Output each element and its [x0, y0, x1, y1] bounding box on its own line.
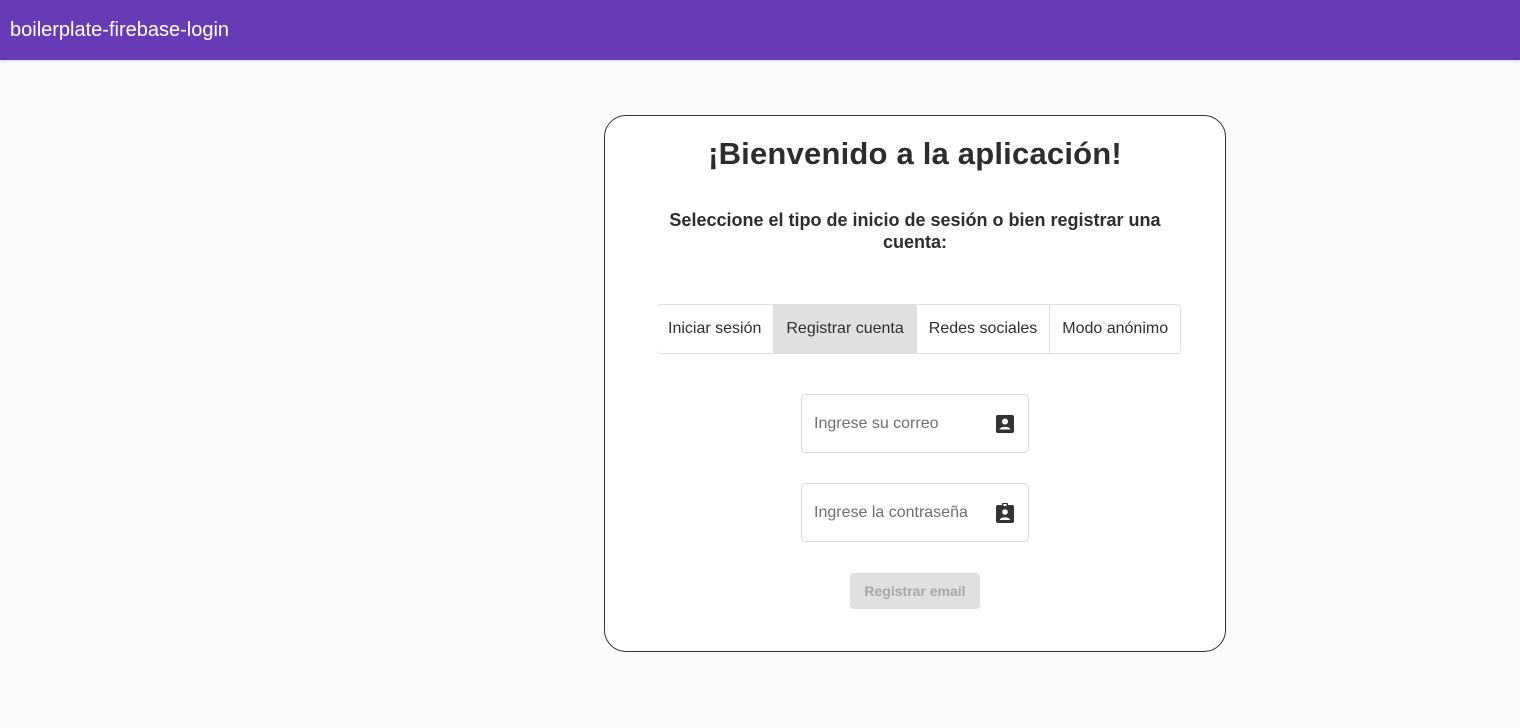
account-box-icon [994, 413, 1016, 435]
password-input[interactable] [812, 502, 982, 523]
password-field [801, 483, 1029, 542]
app-title: boilerplate-firebase-login [10, 18, 230, 41]
toggle-anonymous-label: Modo anónimo [1062, 320, 1169, 337]
email-field [801, 394, 1029, 453]
register-email-button[interactable]: Registrar email [850, 573, 980, 609]
assignment-ind-icon [994, 502, 1016, 524]
email-input[interactable] [812, 413, 982, 434]
toggle-social-label: Redes sociales [928, 320, 1038, 337]
toggle-register-label: Registrar cuenta [786, 320, 904, 337]
welcome-title: ¡Bienvenido a la aplicación! [708, 136, 1122, 171]
login-card: ¡Bienvenido a la aplicación! Seleccione … [604, 115, 1226, 652]
toggle-register[interactable]: Registrar cuenta [773, 305, 916, 353]
instruction-subtitle: Seleccione el tipo de inicio de sesión o… [669, 210, 1161, 252]
toggle-anonymous[interactable]: Modo anónimo [1049, 305, 1180, 353]
toggle-login[interactable]: Iniciar sesión [656, 305, 773, 353]
toggle-social[interactable]: Redes sociales [915, 305, 1050, 353]
toggle-login-label: Iniciar sesión [668, 320, 762, 337]
auth-mode-toggle-group: Iniciar sesión Registrar cuenta Redes so… [656, 304, 1182, 354]
app-toolbar: boilerplate-firebase-login [0, 0, 1520, 60]
